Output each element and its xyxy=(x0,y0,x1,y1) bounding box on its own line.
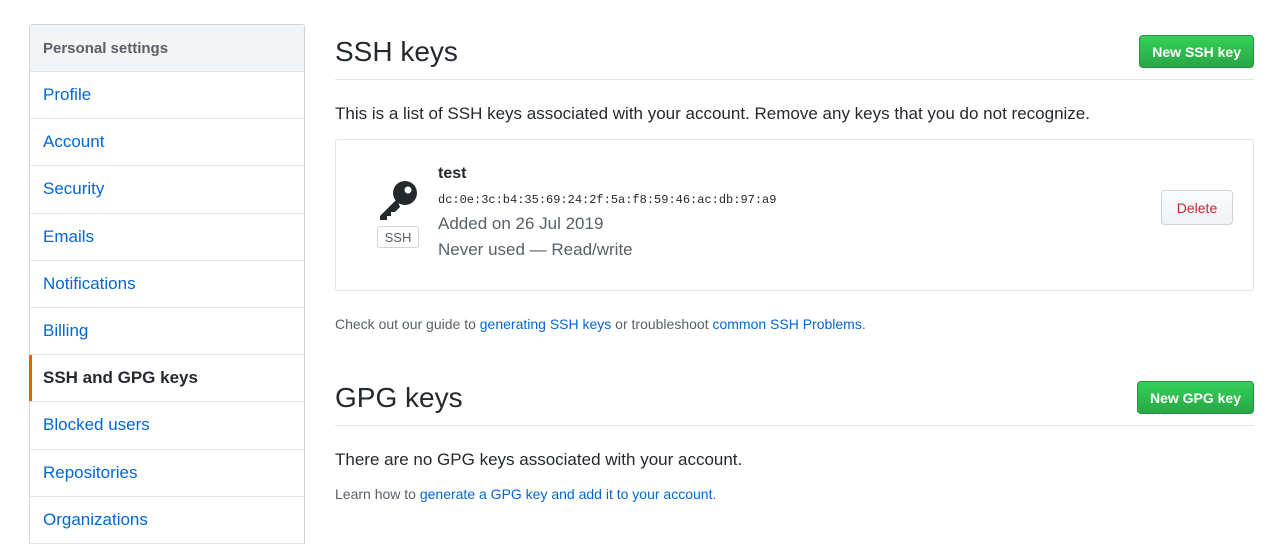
sidebar-item-emails[interactable]: Emails xyxy=(30,214,304,261)
sidebar-item-notifications[interactable]: Notifications xyxy=(30,261,304,308)
gpg-section-header: GPG keys New GPG key xyxy=(335,370,1254,426)
sidebar-item-account[interactable]: Account xyxy=(30,119,304,167)
key-title: test xyxy=(438,165,467,182)
delete-key-button[interactable]: Delete xyxy=(1161,190,1233,225)
generating-ssh-keys-link[interactable]: generating SSH keys xyxy=(480,316,612,332)
ssh-section-title: SSH keys xyxy=(335,35,458,67)
main-content: SSH keys New SSH key This is a list of S… xyxy=(335,24,1254,502)
sidebar-header: Personal settings xyxy=(30,25,304,72)
new-ssh-key-button[interactable]: New SSH key xyxy=(1139,35,1254,68)
key-fingerprint: dc:0e:3c:b4:35:69:24:2f:5a:f8:59:46:ac:d… xyxy=(438,193,777,207)
ssh-key-list-item: SSH test dc:0e:3c:b4:35:69:24:2f:5a:f8:5… xyxy=(335,139,1254,291)
sidebar-item-organizations[interactable]: Organizations xyxy=(30,497,304,544)
key-usage-status: Never used — Read/write xyxy=(438,240,633,259)
ssh-type-badge: SSH xyxy=(377,226,419,248)
key-icon xyxy=(376,178,420,222)
key-added-date: Added on 26 Jul 2019 xyxy=(438,214,604,233)
sidebar-item-security[interactable]: Security xyxy=(30,166,304,214)
sidebar-item-profile[interactable]: Profile xyxy=(30,72,304,120)
gpg-learn-text: Learn how to generate a GPG key and add … xyxy=(335,486,1254,502)
gpg-empty-text: There are no GPG keys associated with yo… xyxy=(335,450,743,469)
learn-prefix: Learn how to xyxy=(335,486,420,502)
guide-middle: or troubleshoot xyxy=(611,316,713,332)
generate-gpg-key-link[interactable]: generate a GPG key and add it to your ac… xyxy=(420,486,713,502)
sidebar-item-repositories[interactable]: Repositories xyxy=(30,450,304,497)
gpg-section-title: GPG keys xyxy=(335,381,463,413)
guide-suffix: . xyxy=(861,316,866,332)
common-ssh-problems-link[interactable]: common SSH Problems xyxy=(712,316,861,332)
key-details: test dc:0e:3c:b4:35:69:24:2f:5a:f8:59:46… xyxy=(438,164,776,263)
sidebar-item-billing[interactable]: Billing xyxy=(30,308,304,356)
sidebar-item-blocked-users[interactable]: Blocked users xyxy=(30,402,304,450)
ssh-intro-text: This is a list of SSH keys associated wi… xyxy=(335,104,1090,123)
ssh-section-header: SSH keys New SSH key xyxy=(335,24,1254,80)
ssh-guide-text: Check out our guide to generating SSH ke… xyxy=(335,316,1254,332)
guide-prefix: Check out our guide to xyxy=(335,316,480,332)
settings-sidebar: Personal settings Profile Account Securi… xyxy=(29,24,305,544)
new-gpg-key-button[interactable]: New GPG key xyxy=(1136,381,1254,414)
learn-suffix: . xyxy=(712,486,717,502)
sidebar-item-ssh-gpg-keys[interactable]: SSH and GPG keys xyxy=(29,355,304,403)
